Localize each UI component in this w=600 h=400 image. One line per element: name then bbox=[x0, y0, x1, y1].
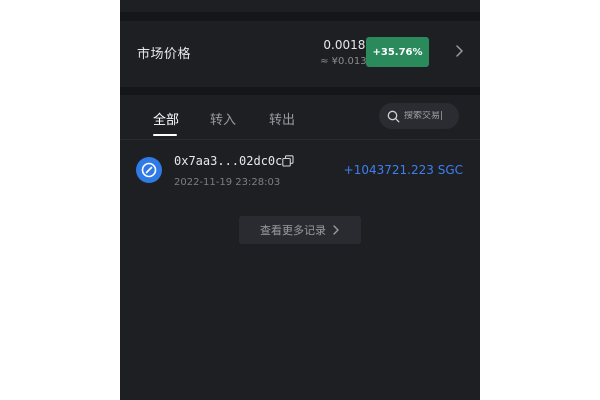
transaction-tabs: 全部 转入 转出 bbox=[120, 95, 480, 140]
market-price-card[interactable]: 市场价格 0.00187 ≈ ¥0.0131 +35.76% bbox=[120, 21, 480, 87]
top-strip bbox=[120, 0, 480, 12]
search-box[interactable] bbox=[379, 103, 459, 129]
view-more-label: 查看更多记录 bbox=[260, 224, 326, 237]
token-avatar-icon bbox=[136, 157, 162, 183]
tab-outgoing[interactable]: 转出 bbox=[269, 109, 295, 128]
market-price-label: 市场价格 bbox=[137, 47, 192, 62]
view-more-records-button[interactable]: 查看更多记录 bbox=[239, 216, 361, 244]
tab-incoming[interactable]: 转入 bbox=[210, 109, 236, 128]
transaction-amount: +1043721.223 SGC bbox=[343, 163, 463, 177]
tab-all[interactable]: 全部 bbox=[153, 109, 179, 128]
transaction-row[interactable]: 0x7aa3...02dc0c 2022-11-19 23:28:03 +104… bbox=[120, 147, 480, 197]
search-icon bbox=[387, 110, 400, 122]
copy-icon[interactable] bbox=[282, 155, 294, 167]
chevron-right-icon[interactable] bbox=[454, 43, 466, 59]
section-divider bbox=[120, 12, 480, 21]
active-tab-indicator bbox=[153, 134, 177, 136]
transaction-address: 0x7aa3...02dc0c bbox=[174, 154, 283, 168]
search-input[interactable] bbox=[404, 111, 459, 121]
price-change-badge: +35.76% bbox=[366, 37, 429, 67]
chevron-right-icon bbox=[333, 225, 339, 235]
transaction-timestamp: 2022-11-19 23:28:03 bbox=[174, 177, 281, 188]
wallet-screen: 市场价格 0.00187 ≈ ¥0.0131 +35.76% 全部 转入 转出 … bbox=[120, 0, 480, 400]
section-divider bbox=[120, 87, 480, 95]
